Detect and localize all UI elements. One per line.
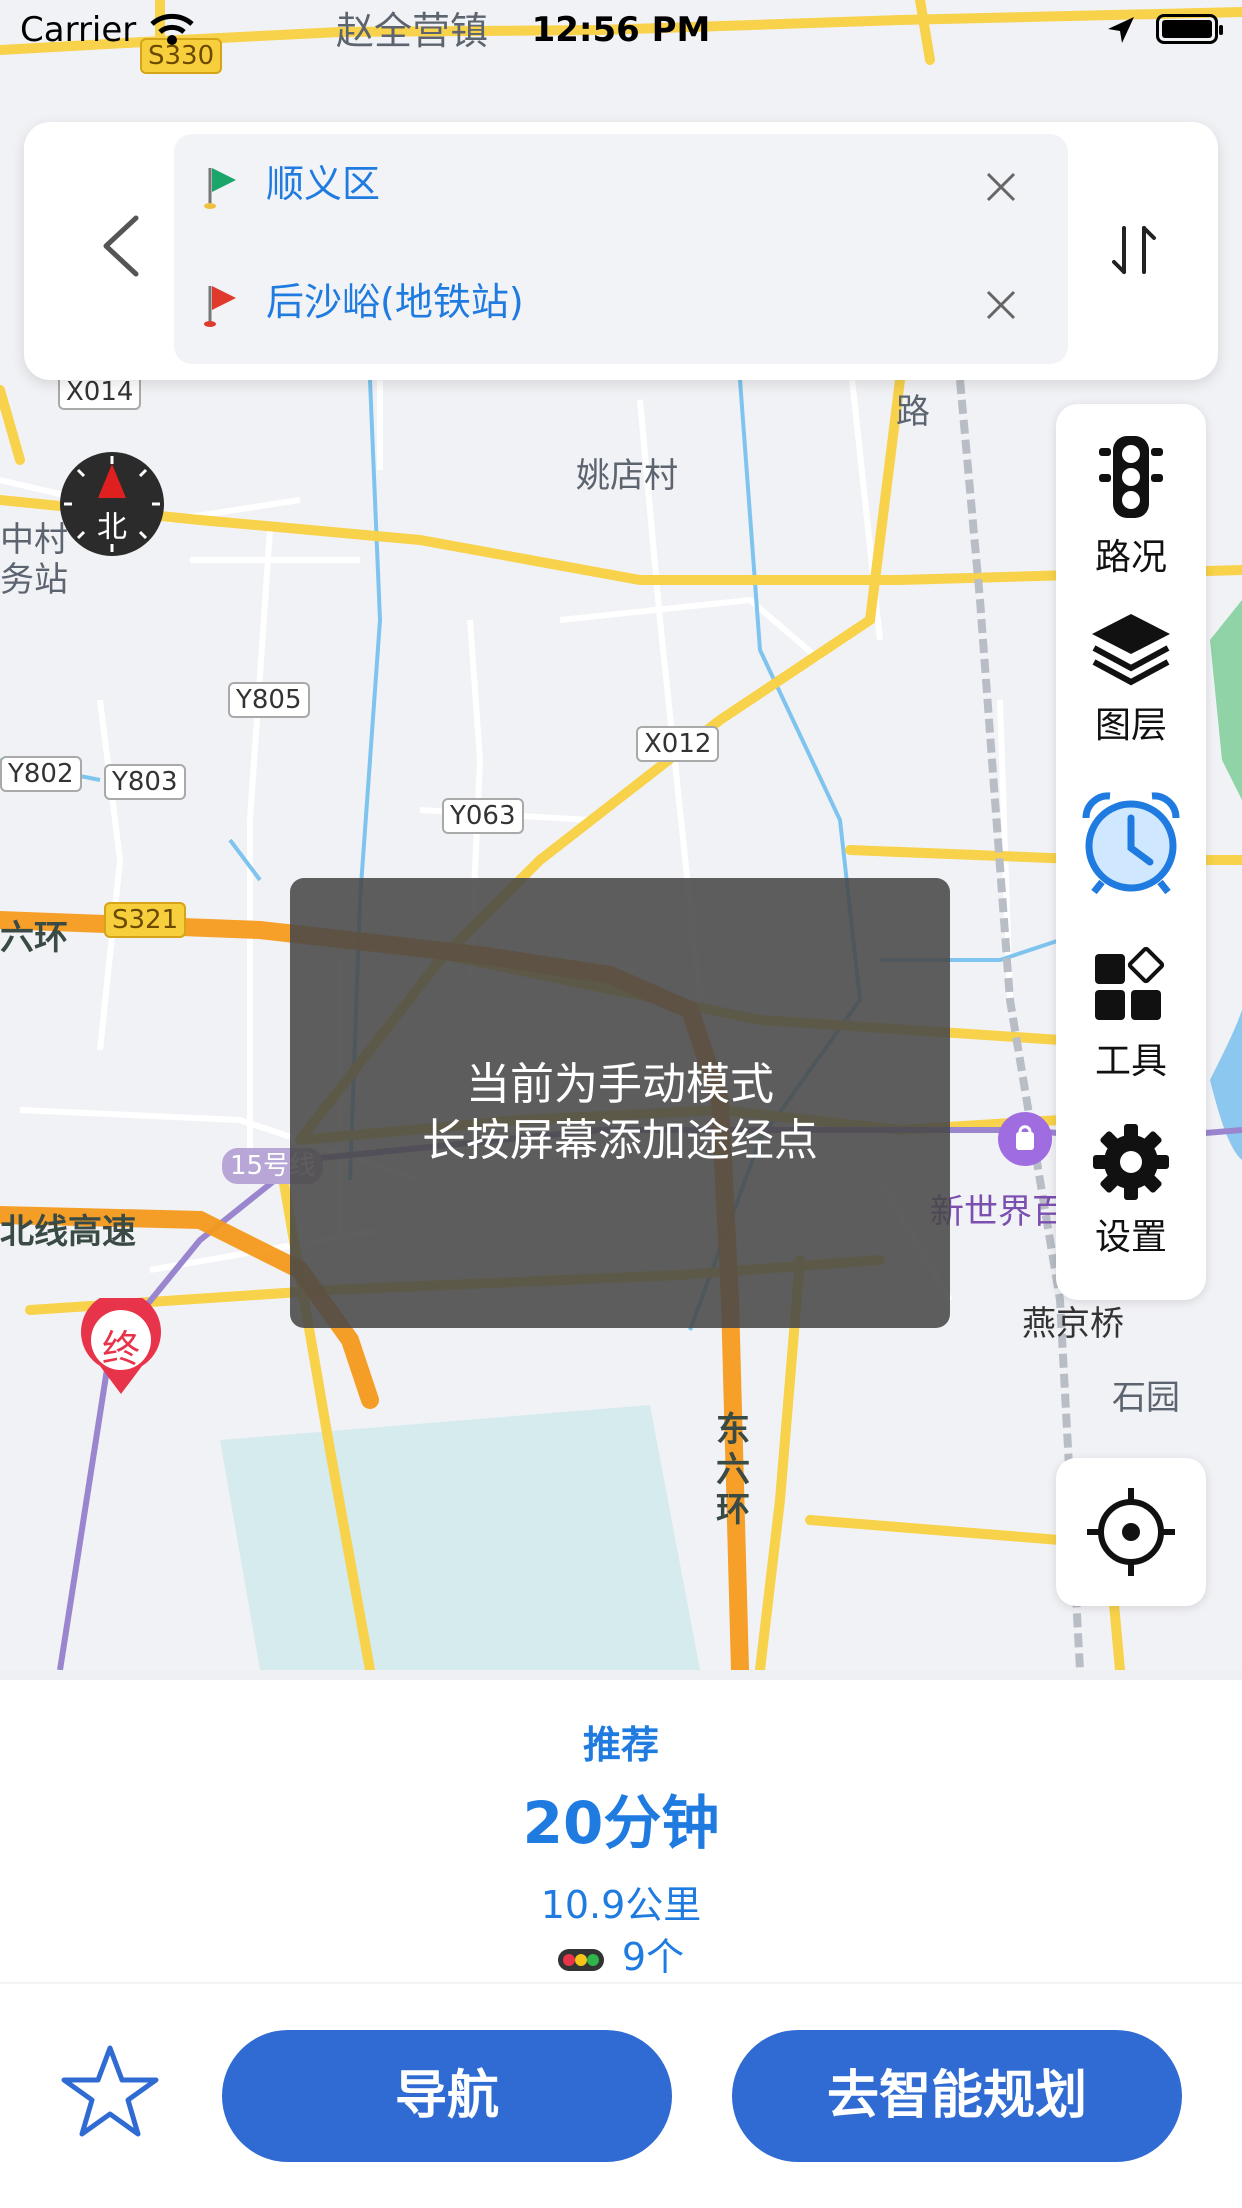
route-input-card: 顺义区 后沙峪(地铁站) [24,122,1218,380]
battery-icon [1156,14,1223,44]
manual-mode-toast: 当前为手动模式 长按屏幕添加途经点 [290,878,950,1328]
start-point-field[interactable]: 顺义区 [174,134,1068,244]
start-point-text: 顺义区 [266,162,381,206]
compass[interactable]: 北 [58,450,166,558]
destination-marker-label: 终 [101,1327,140,1371]
layers-button[interactable]: 图层 [1056,610,1206,748]
shopping-poi-icon[interactable] [998,1112,1052,1166]
map-label: 东六环 [716,1410,750,1530]
map-label: 姚店村 [576,456,678,496]
location-arrow-icon [1106,14,1136,54]
map-label: 路 [896,392,930,432]
map-toolbar: 路况 图层 工具 设置 [1056,404,1206,1300]
settings-label: 设置 [1094,1217,1167,1258]
start-flag-icon [202,162,242,216]
divider [0,1982,1242,1984]
traffic-label: 路况 [1094,537,1167,578]
route-duration: 20分钟 [522,1789,720,1857]
traffic-lights-count-row: 9个 [6,1926,1236,1981]
compass-north-label: 北 [97,510,127,545]
route-option-card[interactable]: 推荐 20分钟 10.9公里 9个 [6,1680,1236,1980]
route-tag: 推荐 [582,1723,659,1767]
swap-route-button[interactable] [1104,220,1164,280]
traffic-lights-count: 9个 [621,1935,685,1979]
clear-start-icon[interactable] [984,170,1018,208]
map-label: 石园 [1112,1378,1180,1418]
road-tag: Y805 [228,682,310,718]
status-time: 12:56 PM [531,10,711,50]
panel-top-gap [0,1670,1242,1680]
road-tag: Y803 [104,764,186,800]
layers-label: 图层 [1094,705,1167,746]
tools-label: 工具 [1094,1041,1167,1082]
map-label: 新世界百 [930,1192,1066,1232]
alarm-button[interactable] [1056,788,1206,902]
road-tag: S321 [104,902,187,938]
end-point-text: 后沙峪(地铁站) [266,280,524,324]
road-tag: X012 [636,726,720,762]
traffic-light-icon [1099,436,1163,518]
alarm-clock-icon [1082,792,1180,895]
favorite-button[interactable] [60,2042,160,2142]
star-icon [61,2045,159,2137]
gear-icon [1093,1124,1169,1200]
road-tag: Y802 [0,756,82,792]
settings-button[interactable]: 设置 [1056,1122,1206,1260]
end-point-field[interactable]: 后沙峪(地铁站) [174,244,1068,364]
navigate-button[interactable]: 导航 [222,2030,672,2162]
route-distance: 10.9公里 [540,1883,702,1927]
status-bar: Carrier 12:56 PM [0,0,1242,60]
toast-line-1: 当前为手动模式 [466,1059,774,1110]
clear-end-icon[interactable] [984,288,1018,326]
smart-plan-button[interactable]: 去智能规划 [732,2030,1182,2162]
crosshair-icon [1087,1488,1175,1576]
destination-marker[interactable]: 终 [76,1298,166,1398]
tools-button[interactable]: 工具 [1056,946,1206,1084]
end-flag-icon [202,280,242,334]
traffic-button[interactable]: 路况 [1056,432,1206,580]
map-label: 务站 [0,560,68,600]
traffic-light-icon [557,1948,604,1971]
map-label: 北线高速 [0,1212,136,1252]
map-label: 六环 [0,918,68,958]
layers-icon [1092,614,1170,686]
tools-grid-icon [1095,946,1165,1020]
map-label: 燕京桥 [1022,1304,1124,1344]
back-button[interactable] [84,194,164,294]
toast-line-2: 长按屏幕添加途经点 [422,1115,818,1166]
road-tag: Y063 [442,798,524,834]
locate-me-button[interactable] [1056,1458,1206,1606]
